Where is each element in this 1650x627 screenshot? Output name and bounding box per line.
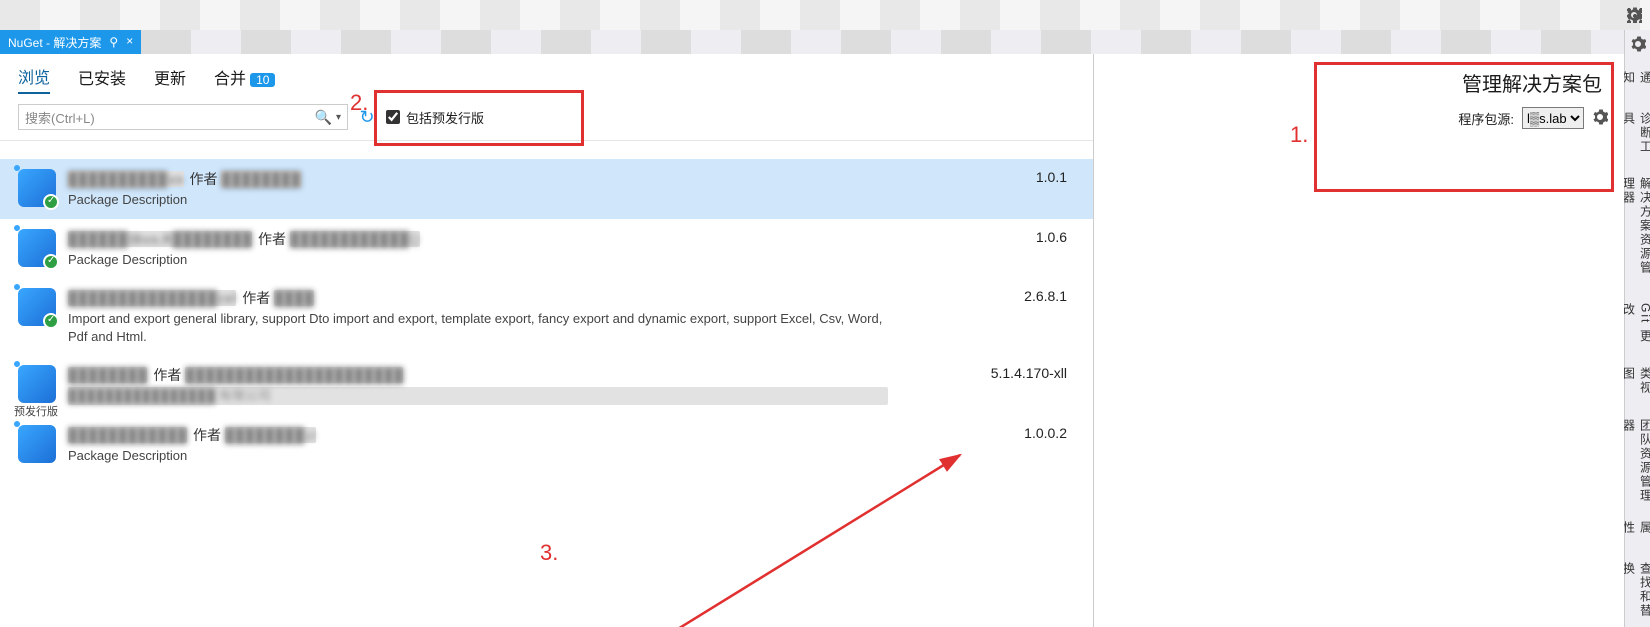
ide-toolbar-blurred <box>0 0 1650 30</box>
side-panel-tab[interactable]: 解决方案资源管理器 <box>1621 173 1650 291</box>
other-tabs-blurred <box>141 30 1624 54</box>
side-panel-tab[interactable]: 查找和替换 <box>1621 558 1650 627</box>
package-version: 2.6.8.1 <box>1024 288 1067 304</box>
package-version: 5.1.4.170-xll <box>991 365 1067 381</box>
tab-installed[interactable]: 已安装 <box>78 65 126 93</box>
package-author-label: 作者 ████████ <box>190 169 301 189</box>
package-version: 1.0.6 <box>1036 229 1067 245</box>
right-sidebar-tabs: 通知诊断工具解决方案资源管理器 Git 更改类视图团队资源管理器属性查找和替换 <box>1624 30 1650 627</box>
package-name: ██████████us <box>68 171 184 187</box>
package-author-label: 作者 ██████████████████████ <box>153 365 403 385</box>
page-title: 管理解决方案包 <box>1094 54 1624 103</box>
package-version: 1.0.0.2 <box>1024 425 1067 441</box>
package-icon <box>18 288 56 326</box>
package-row[interactable]: ███████████████cel 作者 ████Import and exp… <box>0 278 1093 355</box>
package-icon <box>18 169 56 207</box>
tab-browse[interactable]: 浏览 <box>18 64 50 94</box>
search-dropdown-icon[interactable]: ▾ <box>336 112 341 123</box>
side-panel-tab[interactable]: 通知 <box>1621 67 1650 100</box>
gear-icon[interactable] <box>1630 36 1646 55</box>
package-list: ██████████us 作者 ████████ Package Descript… <box>0 141 1093 627</box>
package-icon <box>18 425 56 463</box>
side-panel-tab[interactable]: 诊断工具 <box>1621 108 1650 165</box>
side-panel-tab[interactable]: 团队资源管理器 <box>1621 415 1650 509</box>
package-row[interactable]: ████████████ 作者 ████████ut Package Descri… <box>0 415 1093 475</box>
nuget-tab[interactable]: NuGet - 解决方案 ⚲ × <box>0 30 141 54</box>
package-name: ███████████████cel <box>68 290 236 306</box>
package-author-label: 作者 ████ <box>242 288 314 308</box>
refresh-button[interactable]: ↻ <box>356 106 378 128</box>
package-description: Package Description <box>68 447 888 465</box>
package-version: 1.0.1 <box>1036 169 1067 185</box>
settings-gear-icon[interactable] <box>1592 109 1608 128</box>
package-description: Package Description <box>68 191 888 209</box>
package-icon <box>18 365 56 403</box>
package-name: ████████ <box>68 367 147 383</box>
package-description: Import and export general library, suppo… <box>68 310 888 345</box>
search-icon[interactable]: 🔍 <box>315 109 332 126</box>
document-tab-well: NuGet - 解决方案 ⚲ × <box>0 30 1624 54</box>
package-row[interactable]: ██████tBus.R████████ 作者 ████████████Q Pac… <box>0 219 1093 279</box>
package-source-select[interactable]: l▒s.lab <box>1522 107 1584 129</box>
consolidate-count-badge: 10 <box>250 73 275 87</box>
gear-icon[interactable] <box>1626 7 1642 26</box>
search-input[interactable]: 搜索(Ctrl+L) 🔍 ▾ <box>18 104 348 130</box>
package-name: ████████████ <box>68 427 187 443</box>
tab-title: NuGet - 解决方案 <box>8 34 101 51</box>
package-description: Package Description <box>68 251 888 269</box>
nuget-tabs: 浏览 已安装 更新 合并10 <box>0 54 1093 98</box>
tab-consolidate[interactable]: 合并10 <box>214 65 275 93</box>
package-author-label: 作者 ████████████Q <box>258 229 420 249</box>
package-name: ██████tBus.R████████ <box>68 231 252 247</box>
include-prerelease-checkbox[interactable]: 包括预发行版 <box>386 108 484 127</box>
package-icon <box>18 229 56 267</box>
package-row[interactable]: ██████████us 作者 ████████ Package Descript… <box>0 159 1093 219</box>
side-panel-tab[interactable]: 属性 <box>1621 517 1650 550</box>
side-panel-tab[interactable]: 类视图 <box>1621 363 1650 408</box>
package-author-label: 作者 ████████ut <box>193 425 316 445</box>
search-placeholder: 搜索(Ctrl+L) <box>25 108 95 127</box>
tab-updates[interactable]: 更新 <box>154 65 186 93</box>
source-label: 程序包源: <box>1458 109 1514 128</box>
close-icon[interactable]: × <box>126 35 133 49</box>
pin-icon[interactable]: ⚲ <box>109 35 118 50</box>
package-row[interactable]: ████████ 作者 ██████████████████████ ██████… <box>0 355 1093 415</box>
side-panel-tab[interactable]: Git 更改 <box>1621 299 1650 355</box>
package-description: ████████████████ 有限公司 <box>68 387 888 405</box>
prerelease-checkbox-input[interactable] <box>386 110 400 124</box>
